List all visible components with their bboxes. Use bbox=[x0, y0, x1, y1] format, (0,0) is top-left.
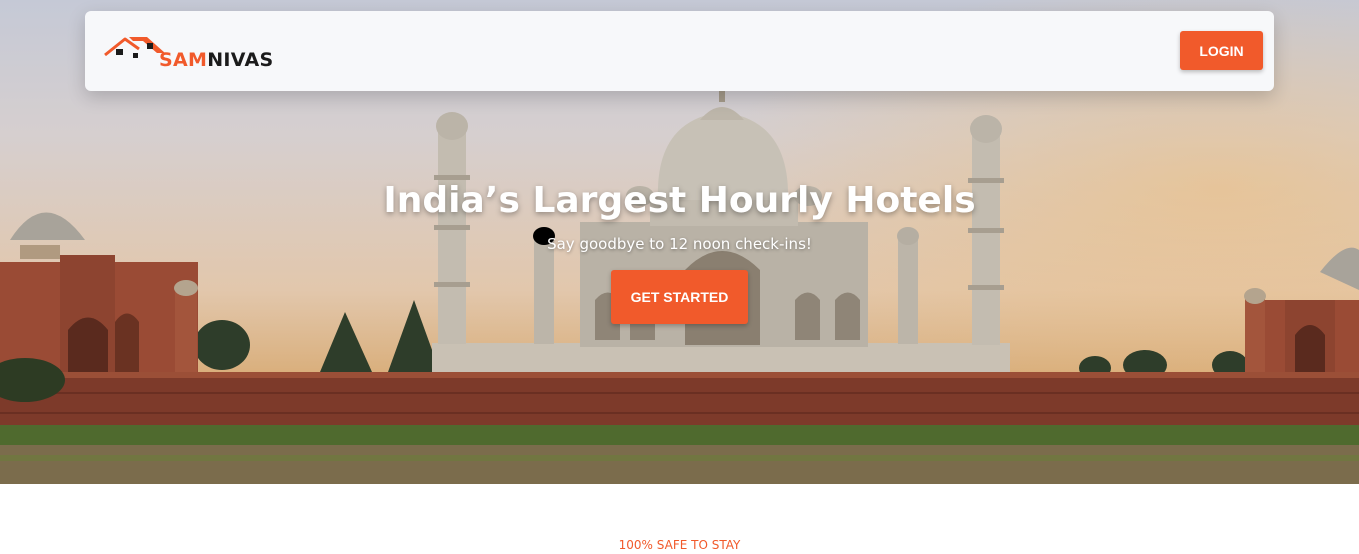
safe-to-stay-label: 100% SAFE TO STAY bbox=[618, 538, 741, 552]
hero-subtitle: Say goodbye to 12 noon check-ins! bbox=[547, 235, 812, 253]
brand-logo[interactable]: SAMNIVAS bbox=[103, 33, 273, 73]
right-mosque bbox=[1244, 247, 1359, 385]
red-wall bbox=[0, 372, 1359, 432]
grass-strip bbox=[0, 425, 1359, 447]
get-started-button[interactable]: GET STARTED bbox=[611, 270, 748, 324]
top-navbar: SAMNIVAS LOGIN bbox=[85, 11, 1274, 91]
brand-name-sam: SAM bbox=[159, 49, 208, 71]
river-bank bbox=[0, 445, 1359, 484]
login-button[interactable]: LOGIN bbox=[1180, 31, 1263, 70]
taj-mahal bbox=[432, 90, 1010, 378]
brand-name-nivas: NIVAS bbox=[207, 49, 274, 71]
hero-title: India’s Largest Hourly Hotels bbox=[383, 180, 976, 221]
brand-name: SAMNIVAS bbox=[159, 49, 273, 71]
